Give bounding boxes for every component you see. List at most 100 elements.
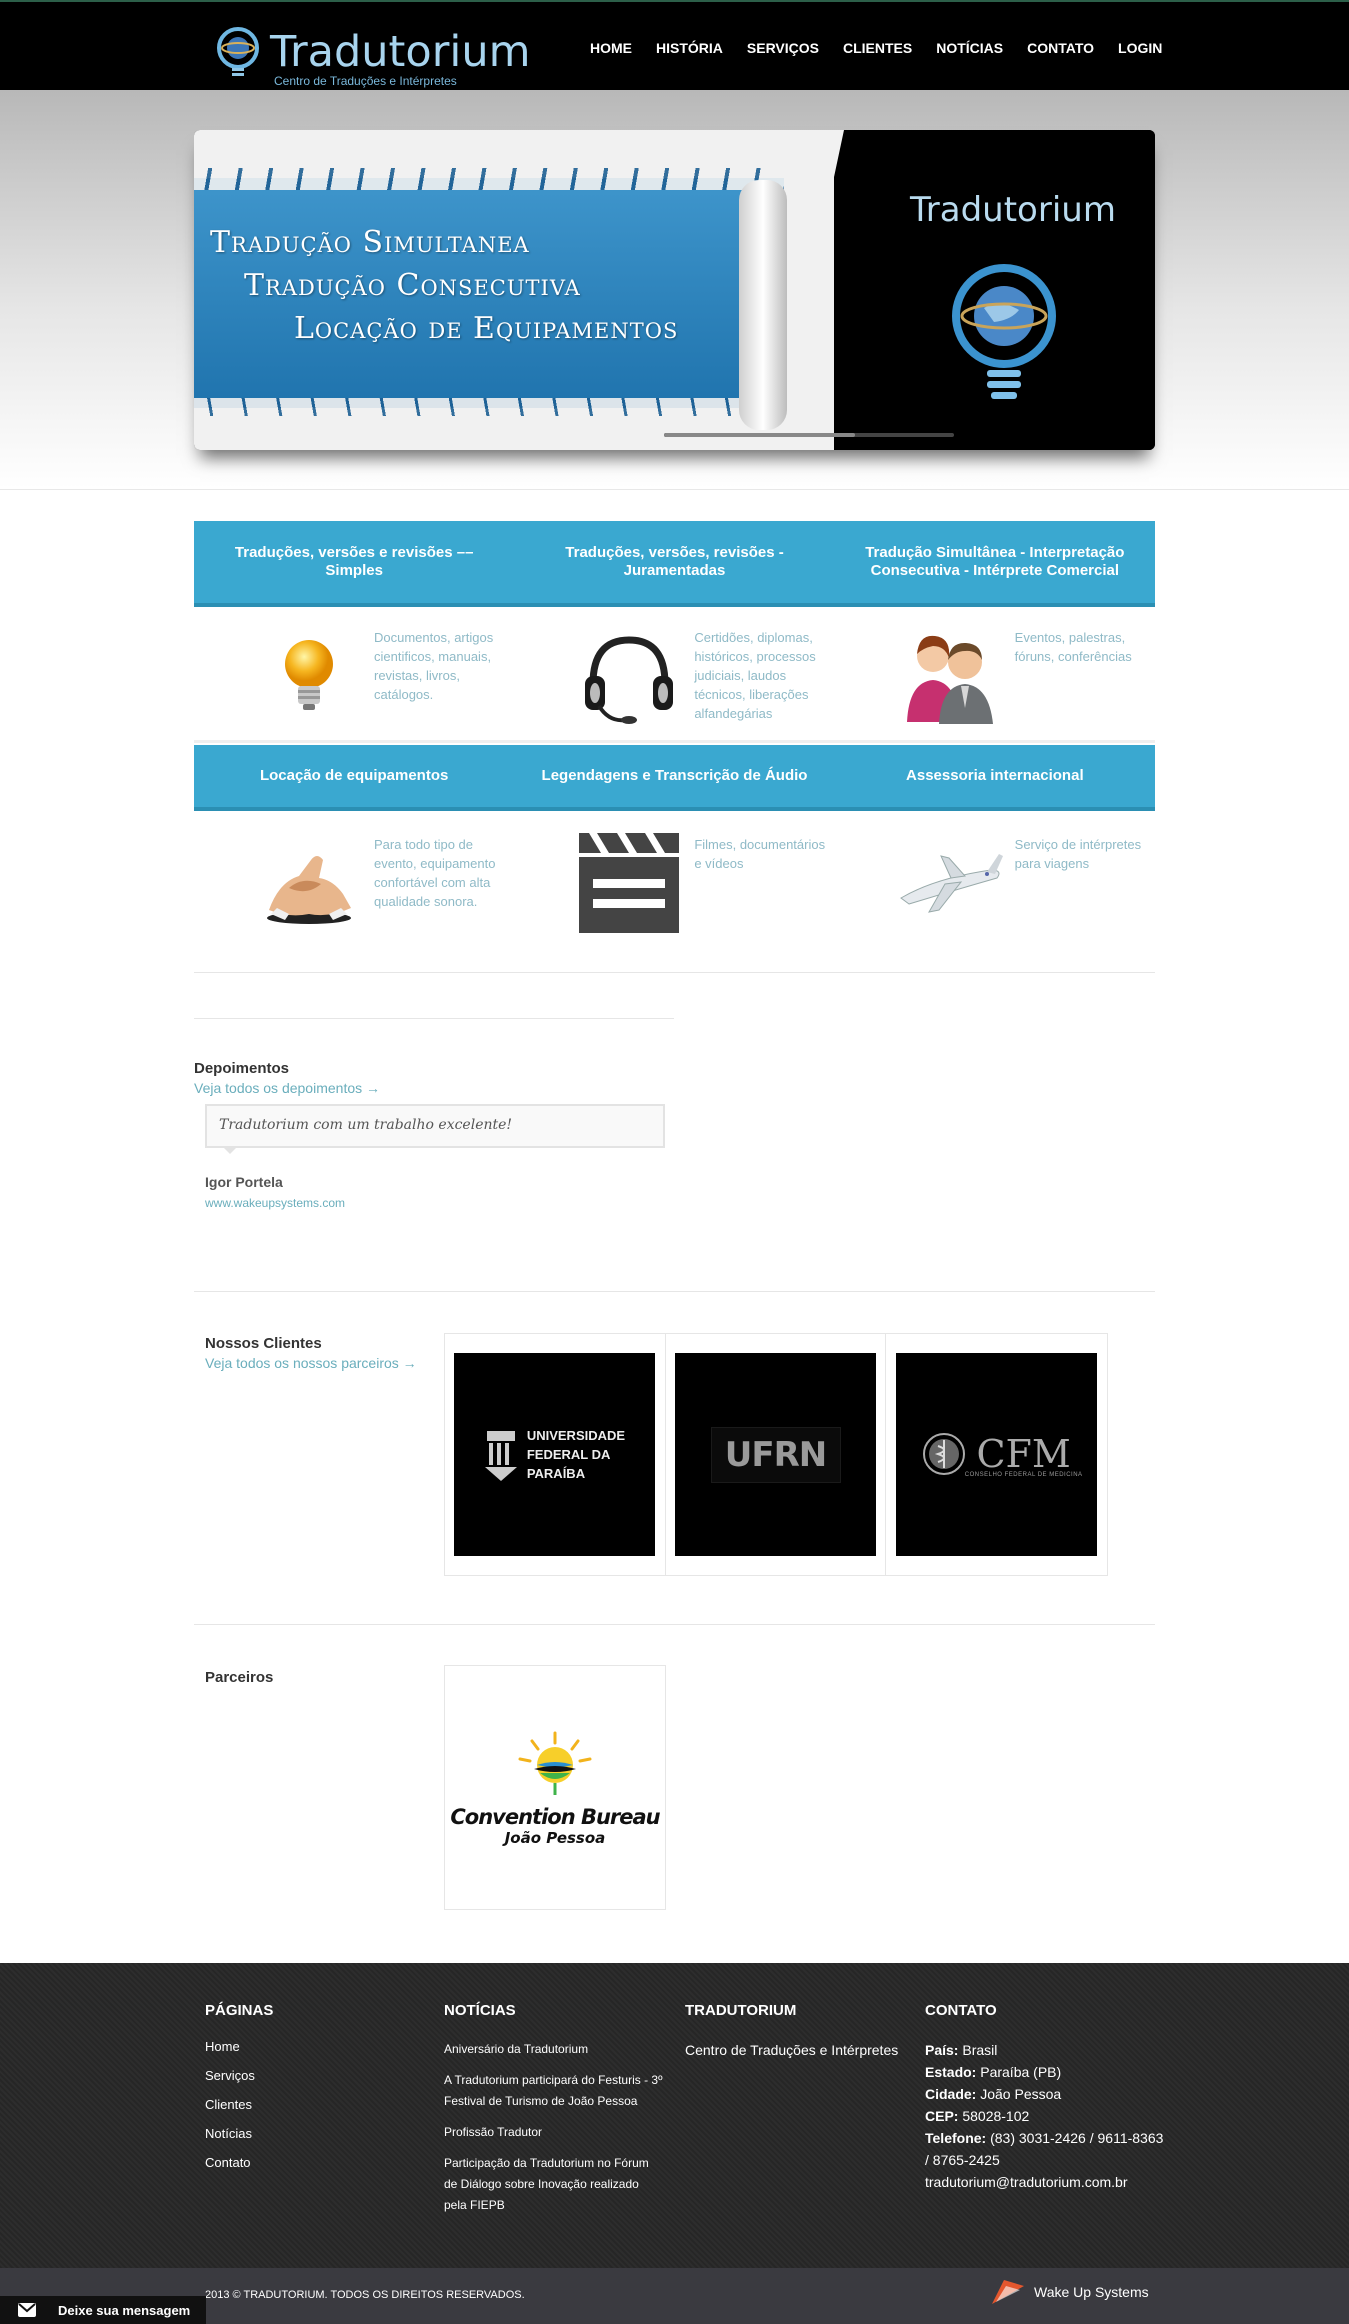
developer-credit[interactable]: Wake Up Systems <box>990 2278 1149 2306</box>
slide-brand: Tradutorium <box>910 190 1116 230</box>
divider <box>194 1624 1155 1625</box>
globe-bulb-icon <box>952 264 1056 399</box>
contact-cep: CEP: 58028-102 <box>925 2105 1165 2127</box>
client-logo-ufrn[interactable]: UFRN <box>675 1353 876 1556</box>
clients-link[interactable]: Veja todos os nossos parceiros → <box>205 1355 417 1371</box>
logo-subtitle: Centro de Traduções e Intérpretes <box>274 74 457 88</box>
footer-about: TRADUTORIUM Centro de Traduções e Intérp… <box>685 2002 898 2061</box>
contact-label: Cidade: <box>925 2086 977 2102</box>
services-row-1: Documentos, artigos cientificos, manuais… <box>194 610 1155 740</box>
globe-bulb-icon <box>217 27 259 76</box>
footer-news-item[interactable]: Aniversário da Tradutorium <box>444 2039 664 2060</box>
contact-label: CEP: <box>925 2108 959 2124</box>
caduceus-icon <box>923 1432 966 1475</box>
partners-title: Parceiros <box>205 1669 274 1686</box>
divider <box>194 1018 674 1019</box>
testimonials-title: Depoimentos <box>194 1060 290 1077</box>
logo-text: Tradutorium <box>270 27 531 77</box>
handshake-icon <box>254 833 364 933</box>
contact-city: Cidade: João Pessoa <box>925 2083 1165 2105</box>
service-description: Filmes, documentários e vídeos <box>694 837 826 871</box>
footer-news-item[interactable]: Profissão Tradutor <box>444 2122 664 2143</box>
footer-news-item[interactable]: Participação da Tradutorium no Fórum de … <box>444 2153 664 2216</box>
contact-email[interactable]: tradutorium@tradutorium.com.br <box>925 2171 1165 2193</box>
ufpb-name: UNIVERSIDADE FEDERAL DA PARAÍBA <box>526 1428 626 1481</box>
sun-emblem-icon <box>518 1731 592 1795</box>
credit-text: Wake Up Systems <box>1034 2284 1149 2300</box>
nav-login[interactable]: LOGIN <box>1118 40 1162 56</box>
paper-scroll-roll <box>739 180 787 430</box>
service-title[interactable]: Assessoria internacional <box>835 745 1155 807</box>
site-header: Tradutorium Centro de Traduções e Intérp… <box>0 0 1349 90</box>
footer-contact: CONTATO País: Brasil Estado: Paraíba (PB… <box>925 2002 1165 2193</box>
partner-line-2: João Pessoa <box>504 1828 606 1847</box>
service-title[interactable]: Traduções, versões e revisões –– Simples <box>194 521 514 603</box>
footer-contact-title: CONTATO <box>925 2002 997 2019</box>
client-cell: CFM CONSELHO FEDERAL DE MEDICINA <box>886 1334 1107 1575</box>
divider <box>194 1291 1155 1292</box>
client-logo-cfm[interactable]: CFM CONSELHO FEDERAL DE MEDICINA <box>896 1353 1098 1556</box>
cfm-row: CFM <box>922 1432 1071 1476</box>
clients-header: Nossos Clientes Veja todos os nossos par… <box>205 1335 417 1371</box>
nav-home[interactable]: HOME <box>590 40 632 56</box>
service-description: Serviço de intérpretes para viagens <box>1014 837 1142 871</box>
testimonial-author: Igor Portela <box>205 1174 283 1190</box>
nav-clientes[interactable]: CLIENTES <box>843 40 912 56</box>
slide-line-2: Tradução Consecutiva <box>244 268 581 303</box>
testimonial-site[interactable]: www.wakeupsystems.com <box>205 1196 345 1210</box>
clients-grid: UNIVERSIDADE FEDERAL DA PARAÍBA UFRN CFM… <box>444 1333 1108 1576</box>
contact-country: País: Brasil <box>925 2039 1165 2061</box>
main-nav: HOME HISTÓRIA SERVIÇOS CLIENTES NOTÍCIAS… <box>590 40 1186 56</box>
cfm-subtitle: CONSELHO FEDERAL DE MEDICINA <box>964 1471 1083 1478</box>
services-bar-2: Locação de equipamentos Legendagens e Tr… <box>194 745 1155 811</box>
contact-label: Estado: <box>925 2064 977 2080</box>
wakeup-logo-icon <box>992 2280 1024 2304</box>
headset-icon <box>574 626 684 726</box>
hero-slider[interactable]: Tradução Simultanea Tradução Consecutiva… <box>194 130 1155 450</box>
footer-link-home[interactable]: Home <box>205 2039 273 2054</box>
contact-label: País: <box>925 2042 959 2058</box>
nav-contato[interactable]: CONTATO <box>1027 40 1094 56</box>
site-logo[interactable]: Tradutorium Centro de Traduções e Intérp… <box>210 22 530 92</box>
ufpb-crest-icon <box>484 1430 517 1481</box>
nav-noticias[interactable]: NOTÍCIAS <box>936 40 1003 56</box>
service-title[interactable]: Locação de equipamentos <box>194 745 514 807</box>
clients-title: Nossos Clientes <box>205 1335 322 1352</box>
leave-message-button[interactable]: Deixe sua mensagem <box>0 2296 206 2324</box>
footer-link-contato[interactable]: Contato <box>205 2155 273 2170</box>
clapperboard-icon <box>574 833 684 933</box>
torn-edge-bottom <box>194 398 784 416</box>
service-title[interactable]: Tradução Simultânea - Interpretação Cons… <box>835 521 1155 603</box>
footer-pages-title: PÁGINAS <box>205 2002 274 2019</box>
service-description: Documentos, artigos cientificos, manuais… <box>374 630 494 702</box>
footer-news-item[interactable]: A Tradutorium participará do Festuris - … <box>444 2070 664 2112</box>
slide-line-1: Tradução Simultanea <box>210 225 530 260</box>
testimonial-quote: Tradutorium com um trabalho excelente! <box>205 1104 665 1148</box>
nav-servicos[interactable]: SERVIÇOS <box>747 40 819 56</box>
testimonials-link[interactable]: Veja todos os depoimentos → <box>194 1080 380 1096</box>
torn-edge-top <box>194 168 784 190</box>
slider-left-panel: Tradução Simultanea Tradução Consecutiva… <box>194 130 834 450</box>
footer-link-clientes[interactable]: Clientes <box>205 2097 273 2112</box>
partner-logo-convention-bureau[interactable]: Convention Bureau João Pessoa <box>444 1665 666 1910</box>
service-title[interactable]: Legendagens e Transcrição de Áudio <box>514 745 834 807</box>
service-title[interactable]: Traduções, versões, revisões - Juramenta… <box>514 521 834 603</box>
leave-message-label: Deixe sua mensagem <box>58 2302 191 2318</box>
footer-about-text: Centro de Traduções e Intérpretes <box>685 2042 899 2058</box>
contact-label: Telefone: <box>925 2130 987 2146</box>
ufrn-name: UFRN <box>724 1434 827 1475</box>
services-row-2: Para todo tipo de evento, equipamento co… <box>194 817 1155 947</box>
ufrn-box: UFRN <box>710 1426 841 1483</box>
slider-progress <box>664 433 954 437</box>
footer-link-servicos[interactable]: Serviços <box>205 2068 273 2083</box>
footer-link-noticias[interactable]: Notícias <box>205 2126 273 2141</box>
contact-value: Brasil <box>962 2042 998 2058</box>
footer-pages: PÁGINAS Home Serviços Clientes Notícias … <box>205 2002 273 2184</box>
service-item: Certidões, diplomas, históricos, process… <box>514 610 834 740</box>
client-logo-ufpb[interactable]: UNIVERSIDADE FEDERAL DA PARAÍBA <box>454 1353 656 1556</box>
contact-value: Paraíba (PB) <box>980 2064 1062 2080</box>
service-item: Documentos, artigos cientificos, manuais… <box>194 610 514 740</box>
service-item: Eventos, palestras, fóruns, conferências <box>835 610 1155 740</box>
nav-historia[interactable]: HISTÓRIA <box>656 40 723 56</box>
service-description: Eventos, palestras, fóruns, conferências <box>1014 630 1132 664</box>
